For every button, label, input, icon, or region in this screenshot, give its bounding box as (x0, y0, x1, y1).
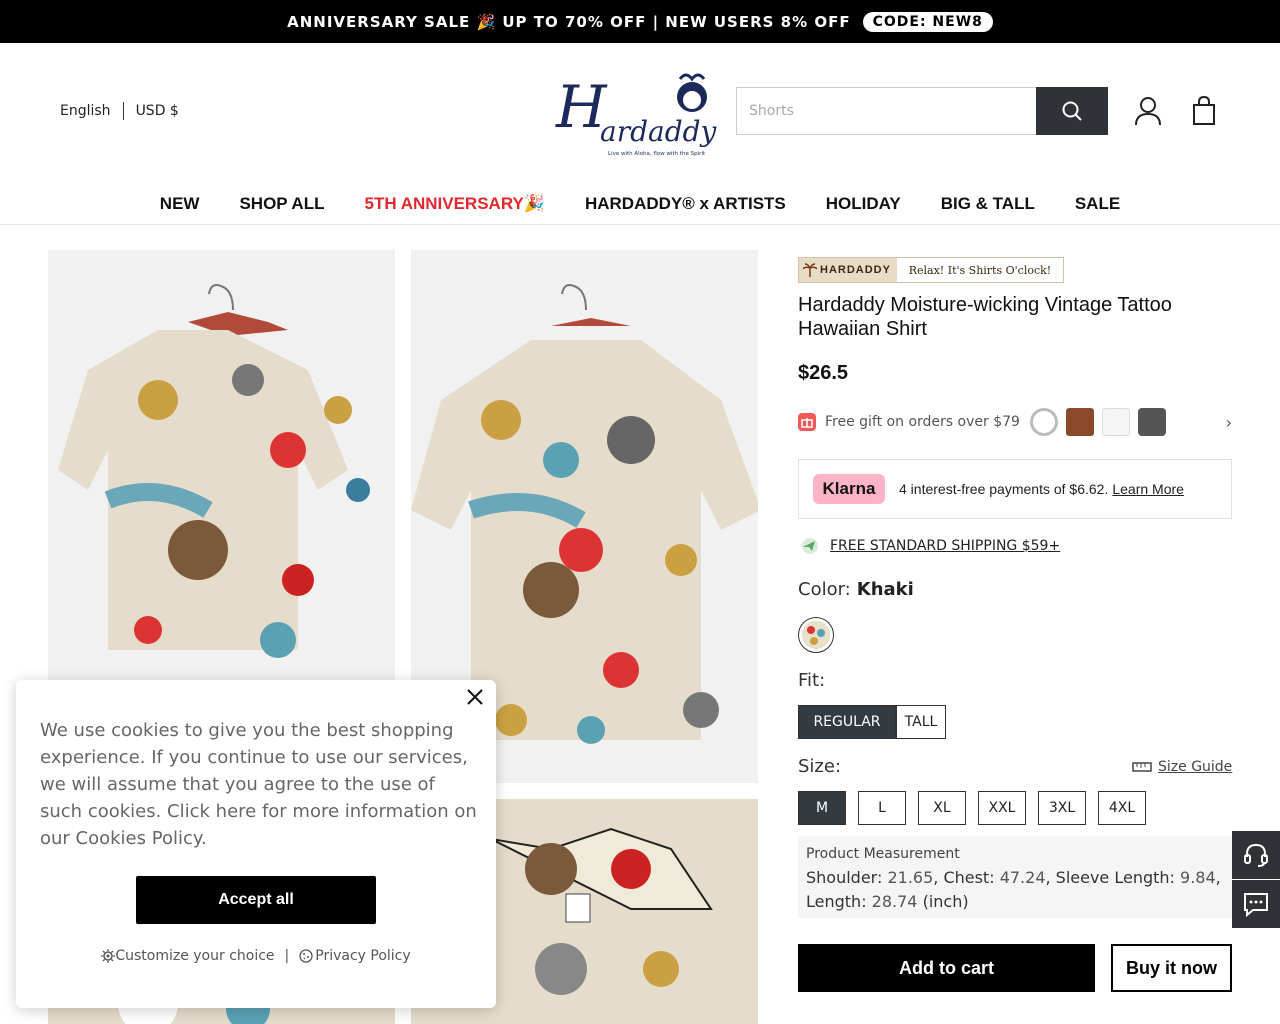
klarna-learn-more-link[interactable]: Learn More (1112, 481, 1184, 497)
main-nav: NEW SHOP ALL 5TH ANNIVERSARY🎉 HARDADDY® x A… (0, 183, 1280, 225)
headset-icon (1244, 843, 1268, 867)
shipping-info[interactable]: FREE STANDARD SHIPPING $59+ (800, 537, 1060, 555)
gift-thumb-ring[interactable] (1137, 408, 1166, 436)
cookie-links-separator: | (284, 948, 290, 964)
sleeve-value: 9.84 (1180, 868, 1216, 887)
size-option-4xl[interactable]: 4XL (1098, 791, 1146, 825)
search-bar (736, 87, 1108, 135)
measurement-unit: (inch) (922, 892, 969, 911)
chat-icon (1244, 893, 1268, 918)
shoulder-value: 21.65 (887, 868, 934, 887)
nav-item-sale[interactable]: SALE (1075, 194, 1120, 214)
product-image-front[interactable] (48, 250, 395, 690)
product-title: Hardaddy Moisture-wicking Vintage Tattoo… (798, 294, 1172, 340)
close-icon[interactable] (464, 686, 486, 708)
size-option-xxl[interactable]: XXL (978, 791, 1026, 825)
brand-badge-text: HARDADDY (820, 264, 891, 276)
search-input[interactable] (736, 87, 1036, 135)
add-to-cart-button[interactable]: Add to cart (798, 944, 1095, 992)
gift-thumb-leather[interactable] (1065, 408, 1094, 436)
klarna-logo: Klarna (813, 474, 885, 504)
promo-code-badge[interactable]: CODE: NEW8 (862, 11, 993, 32)
shirt-front-image (58, 284, 370, 658)
accept-all-button[interactable]: Accept all (136, 876, 376, 924)
logo-tagline: Live with Aloha, flow with the Spirit (608, 151, 706, 157)
brand-slogan: Relax! It's Shirts O'clock! (908, 263, 1052, 277)
fit-option-tall[interactable]: TALL (896, 705, 946, 739)
announcement-text: ANNIVERSARY SALE 🎉 UP TO 70% OFF | NEW U… (287, 12, 851, 31)
color-label: Color: Khaki (798, 579, 914, 600)
swatch-thumbnail (802, 621, 830, 649)
klarna-text: 4 interest-free payments of $6.62. (899, 481, 1109, 497)
user-icon[interactable] (1132, 95, 1164, 127)
language-selector[interactable]: English (60, 103, 111, 119)
measurement-values: Shoulder: 21.65, Chest: 47.24, Sleeve Le… (806, 868, 1221, 911)
size-guide-link[interactable]: Size Guide (1132, 759, 1232, 775)
locale-divider (122, 102, 124, 120)
customer-service-button[interactable] (1232, 831, 1280, 879)
size-option-xl[interactable]: XL (918, 791, 966, 825)
brand-banner: HARDADDY Relax! It's Shirts O'clock! (798, 257, 1064, 283)
customize-choice-link[interactable]: Customize your choice (115, 948, 274, 964)
nav-item-holiday[interactable]: HOLIDAY (826, 194, 901, 214)
size-guide-text: Size Guide (1158, 759, 1233, 775)
selected-color: Khaki (856, 579, 914, 600)
palm-tree-icon (803, 263, 817, 277)
measurement-heading: Product Measurement (806, 846, 960, 862)
gift-thumb-necklace[interactable] (1101, 408, 1130, 436)
bag-icon[interactable] (1188, 95, 1220, 127)
nav-item-new[interactable]: NEW (160, 194, 200, 214)
size-option-l[interactable]: L (858, 791, 906, 825)
nav-item-big-tall[interactable]: BIG & TALL (941, 194, 1035, 214)
length-value: 28.74 (871, 892, 918, 911)
currency-selector[interactable]: USD $ (136, 103, 179, 119)
search-icon (1062, 101, 1082, 121)
chevron-right-icon[interactable]: › (1226, 413, 1232, 432)
cookie-message: We use cookies to give you the best shop… (40, 720, 477, 849)
sleeve-label: Sleeve Length: (1055, 868, 1175, 887)
cookie-icon (299, 949, 313, 963)
gift-thumbnails (1029, 408, 1166, 436)
chest-label: Chest: (943, 868, 995, 887)
free-gift-row[interactable]: Free gift on orders over $79 › (798, 404, 1232, 440)
svg-text:ardaddy: ardaddy (600, 115, 718, 148)
gift-text: Free gift on orders over $79 (825, 414, 1020, 430)
search-button[interactable] (1036, 87, 1108, 135)
chest-value: 47.24 (999, 868, 1046, 887)
gift-icon (798, 413, 816, 431)
brand-badge: HARDADDY (799, 258, 897, 282)
color-swatch-khaki[interactable] (798, 617, 834, 653)
nav-item-hardaddy-x-artists[interactable]: HARDADDY® x ARTISTS (585, 194, 786, 214)
size-option-m[interactable]: M (798, 791, 846, 825)
buy-now-button[interactable]: Buy it now (1111, 944, 1232, 992)
color-label-text: Color: (798, 579, 851, 600)
shipping-text: FREE STANDARD SHIPPING $59+ (830, 538, 1061, 554)
product-price: $26.5 (798, 362, 849, 384)
size-option-3xl[interactable]: 3XL (1038, 791, 1086, 825)
length-label: Length: (806, 892, 867, 911)
shoulder-label: Shoulder: (806, 868, 883, 887)
nav-item-5th-anniversary[interactable]: 5TH ANNIVERSARY🎉 (364, 194, 544, 214)
cookie-banner: We use cookies to give you the best shop… (16, 680, 496, 1008)
privacy-policy-link[interactable]: Privacy Policy (315, 948, 410, 964)
site-header: English USD $ H ardaddy Live with Aloha,… (0, 43, 1280, 183)
chat-button[interactable] (1232, 880, 1280, 928)
ruler-icon (1132, 762, 1152, 772)
product-measurement: Product Measurement Shoulder: 21.65, Che… (798, 836, 1232, 918)
fit-option-regular[interactable]: REGULAR (798, 705, 896, 739)
cookie-links: Customize your choice | Privacy Policy (16, 948, 496, 964)
hardaddy-logo[interactable]: H ardaddy Live with Aloha, flow with the… (552, 65, 724, 161)
size-label: Size: (798, 756, 842, 777)
shipping-icon (802, 538, 818, 554)
klarna-box: Klarna 4 interest-free payments of $6.62… (798, 459, 1232, 519)
fit-label: Fit: (798, 670, 826, 691)
gift-thumb-bracelet[interactable] (1029, 408, 1058, 436)
nav-item-shop-all[interactable]: SHOP ALL (239, 194, 324, 214)
gear-icon (101, 949, 116, 963)
announcement-bar: ANNIVERSARY SALE 🎉 UP TO 70% OFF | NEW U… (0, 0, 1280, 43)
locale-selector: English USD $ (60, 102, 179, 120)
